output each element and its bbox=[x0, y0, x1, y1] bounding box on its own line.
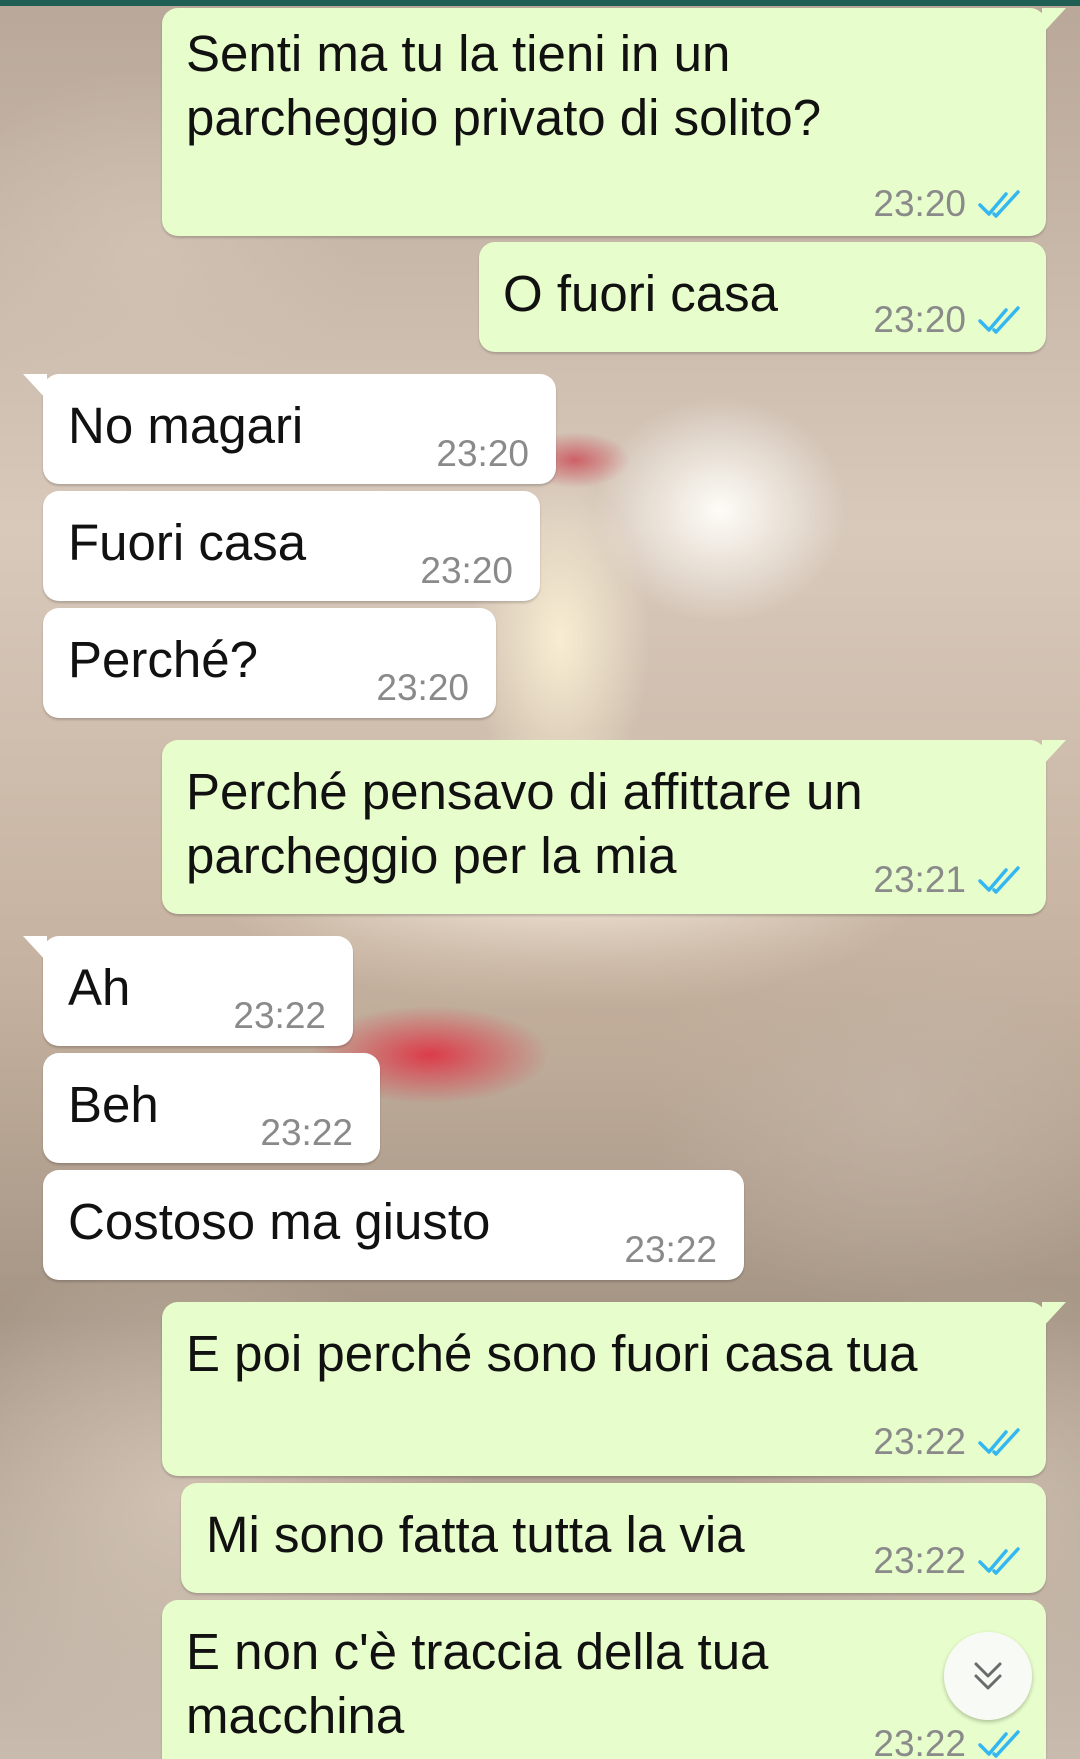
message-text: Fuori casa bbox=[68, 514, 307, 571]
message-bubble-incoming[interactable]: Costoso ma giusto 23:22 bbox=[43, 1170, 744, 1280]
message-time: 23:20 bbox=[873, 183, 966, 224]
message-bubble-outgoing[interactable]: Mi sono fatta tutta la via 23:22 bbox=[181, 1483, 1046, 1593]
message-meta: 23:22 bbox=[624, 1218, 717, 1282]
double-check-read-icon bbox=[978, 190, 1020, 218]
message-bubble-outgoing[interactable]: E poi perché sono fuori casa tua 23:22 bbox=[162, 1302, 1066, 1476]
message-time: 23:22 bbox=[624, 1229, 717, 1270]
message-meta: 23:22 bbox=[873, 1712, 1022, 1759]
message-text: Perché pensavo di affittare un parcheggi… bbox=[186, 763, 863, 884]
double-check-read-icon bbox=[978, 1547, 1020, 1575]
message-text: E non c'è traccia della tua macchina bbox=[186, 1623, 769, 1744]
app-bar-edge bbox=[0, 0, 1080, 6]
message-text: Mi sono fatta tutta la via bbox=[206, 1506, 745, 1563]
message-bubble-incoming[interactable]: No magari 23:20 bbox=[23, 374, 556, 486]
double-check-read-icon bbox=[978, 866, 1020, 894]
message-text: O fuori casa bbox=[503, 265, 778, 322]
message-meta: 23:22 bbox=[260, 1101, 353, 1165]
message-text: No magari bbox=[68, 397, 304, 454]
message-time: 23:22 bbox=[873, 1723, 966, 1759]
message-bubble-outgoing[interactable]: Perché pensavo di affittare un parcheggi… bbox=[162, 740, 1066, 914]
message-meta: 23:22 bbox=[233, 984, 326, 1048]
message-time: 23:20 bbox=[873, 299, 966, 340]
message-text: Beh bbox=[68, 1076, 159, 1133]
double-check-read-icon bbox=[978, 1730, 1020, 1758]
message-bubble-incoming[interactable]: Fuori casa 23:20 bbox=[43, 491, 540, 601]
message-meta: 23:20 bbox=[376, 656, 469, 720]
double-check-read-icon bbox=[978, 1428, 1020, 1456]
message-meta: 23:20 bbox=[873, 172, 1022, 236]
message-time: 23:22 bbox=[260, 1112, 353, 1153]
message-time: 23:20 bbox=[420, 550, 513, 591]
chevron-double-down-icon bbox=[974, 1662, 1002, 1690]
message-bubble-incoming[interactable]: Perché? 23:20 bbox=[43, 608, 496, 718]
scroll-to-bottom-button[interactable] bbox=[944, 1632, 1032, 1720]
message-meta: 23:20 bbox=[436, 422, 529, 486]
message-meta: 23:22 bbox=[873, 1410, 1022, 1474]
message-time: 23:20 bbox=[376, 667, 469, 708]
message-meta: 23:21 bbox=[873, 848, 1022, 912]
message-meta: 23:20 bbox=[420, 539, 513, 603]
message-time: 23:22 bbox=[873, 1421, 966, 1462]
message-bubble-outgoing[interactable]: E non c'è traccia della tua macchina 23:… bbox=[162, 1600, 1046, 1759]
message-bubble-incoming[interactable]: Ah 23:22 bbox=[23, 936, 353, 1048]
message-bubble-outgoing[interactable]: O fuori casa 23:20 bbox=[479, 242, 1046, 352]
message-time: 23:20 bbox=[436, 433, 529, 474]
message-text: Ah bbox=[68, 959, 131, 1016]
message-text: E poi perché sono fuori casa tua bbox=[186, 1325, 918, 1382]
double-check-read-icon bbox=[978, 306, 1020, 334]
message-time: 23:21 bbox=[873, 859, 966, 900]
message-meta: 23:22 bbox=[873, 1529, 1022, 1593]
message-text: Perché? bbox=[68, 631, 258, 688]
message-bubble-incoming[interactable]: Beh 23:22 bbox=[43, 1053, 380, 1163]
message-bubble-outgoing[interactable]: Senti ma tu la tieni in un parcheggio pr… bbox=[162, 8, 1066, 236]
message-meta: 23:20 bbox=[873, 288, 1022, 352]
message-time: 23:22 bbox=[873, 1540, 966, 1581]
message-text: Costoso ma giusto bbox=[68, 1193, 491, 1250]
message-time: 23:22 bbox=[233, 995, 326, 1036]
message-text: Senti ma tu la tieni in un parcheggio pr… bbox=[186, 25, 822, 146]
